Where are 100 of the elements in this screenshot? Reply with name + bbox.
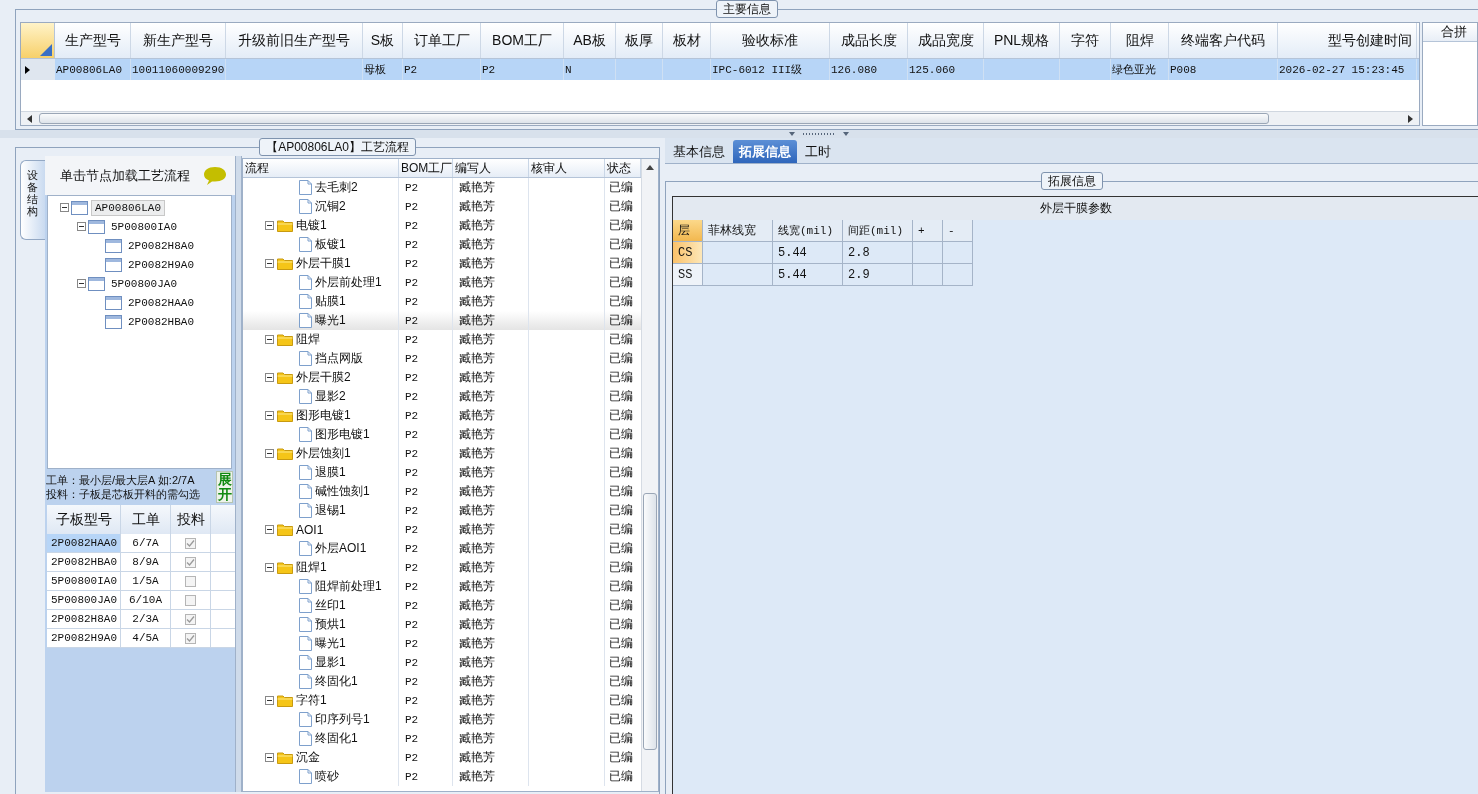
collapse-icon[interactable] (265, 373, 274, 382)
tree-node[interactable]: 丝印1 (315, 597, 346, 614)
collapse-icon[interactable] (265, 696, 274, 705)
scroll-left-icon[interactable] (25, 113, 35, 124)
tree-node[interactable]: 阻焊1 (296, 559, 327, 576)
scroll-up-icon[interactable] (645, 163, 655, 171)
checkbox[interactable] (185, 556, 196, 568)
column-header[interactable]: 合拼 (1423, 23, 1477, 42)
tree-node[interactable]: 预烘1 (315, 616, 346, 633)
tree-node[interactable]: 5P00800JA0 (108, 276, 180, 291)
splitter-handle[interactable] (789, 130, 849, 138)
tree-node[interactable]: 终固化1 (315, 673, 358, 690)
tab[interactable]: 工时 (799, 140, 837, 163)
column-header[interactable]: 升级前旧生产型号 (226, 23, 363, 58)
column-header[interactable]: 菲林线宽 (703, 220, 773, 242)
column-header[interactable]: 板厚 (616, 23, 663, 58)
tree-node[interactable]: 显影2 (315, 388, 346, 405)
collapse-icon[interactable] (77, 279, 86, 288)
horizontal-scrollbar[interactable] (21, 111, 1419, 125)
tree-node[interactable]: 2P0082HAA0 (125, 295, 197, 310)
column-header[interactable]: 板材 (663, 23, 711, 58)
checkbox[interactable] (185, 594, 196, 606)
tree-node[interactable]: 挡点网版 (315, 350, 363, 367)
tree-node[interactable]: AOI1 (296, 522, 324, 537)
tree-node[interactable]: 外层AOI1 (315, 540, 367, 557)
tree-node[interactable]: 贴膜1 (315, 293, 346, 310)
column-header[interactable]: 编写人 (453, 159, 529, 177)
checkbox[interactable] (185, 575, 196, 587)
tree-node[interactable]: 板镀1 (315, 236, 346, 253)
tree-node[interactable]: 外层干膜2 (296, 369, 351, 386)
collapse-icon[interactable] (265, 563, 274, 572)
table-cell[interactable]: 5P00800IA0 (47, 572, 121, 591)
column-header[interactable]: + (913, 220, 943, 242)
collapse-icon[interactable] (265, 753, 274, 762)
tree-node[interactable]: 外层干膜1 (296, 255, 351, 272)
tree-node[interactable]: 喷砂 (315, 768, 339, 785)
table-cell[interactable]: 2P0082HBA0 (47, 553, 121, 572)
column-header[interactable]: 成品宽度 (908, 23, 984, 58)
column-header[interactable]: 订单工厂 (403, 23, 481, 58)
select-all-corner[interactable] (21, 23, 55, 58)
column-header[interactable]: 验收标准 (711, 23, 830, 58)
table-row[interactable]: AP00806LA0 10011060009290 母板 P2 P2 N IPC-6012 III级 126.080 125.060 绿色亚光 P008 2026-02-27 15:23:45 (21, 59, 1419, 80)
tree-node[interactable]: 印序列号1 (315, 711, 370, 728)
tree-node[interactable]: AP00806LA0 (91, 199, 165, 216)
side-tab[interactable]: 设备结构 (20, 160, 45, 240)
tree-node[interactable]: 显影1 (315, 654, 346, 671)
column-header[interactable]: 字符 (1060, 23, 1111, 58)
column-header[interactable]: BOM工厂 (399, 159, 453, 177)
column-header[interactable]: 流程 (243, 159, 399, 177)
tree-node[interactable]: 外层蚀刻1 (296, 445, 351, 462)
tree-node[interactable]: 电镀1 (296, 217, 327, 234)
collapse-icon[interactable] (265, 221, 274, 230)
table-cell[interactable]: CS (673, 242, 703, 264)
column-header[interactable]: 投料 (171, 505, 211, 534)
checkbox[interactable] (185, 632, 196, 644)
tree-node[interactable]: 2P0082H8A0 (125, 238, 197, 253)
checkbox[interactable] (185, 613, 196, 625)
table-cell[interactable]: 2P0082H8A0 (47, 610, 121, 629)
tree-node[interactable]: 碱性蚀刻1 (315, 483, 370, 500)
column-header[interactable]: 线宽(mil) (773, 220, 843, 242)
table-cell[interactable]: SS (673, 264, 703, 286)
collapse-icon[interactable] (77, 222, 86, 231)
column-header[interactable]: BOM工厂 (481, 23, 564, 58)
tree-node[interactable]: 图形电镀1 (296, 407, 351, 424)
column-header[interactable]: 阻焊 (1111, 23, 1169, 58)
column-header[interactable]: 工单 (121, 505, 171, 534)
collapse-icon[interactable] (60, 203, 69, 212)
tree-node[interactable]: 沉金 (296, 749, 320, 766)
collapse-icon[interactable] (265, 335, 274, 344)
column-header[interactable]: 成品长度 (830, 23, 908, 58)
scroll-right-icon[interactable] (1405, 113, 1415, 124)
tree-node[interactable]: 阻焊 (296, 331, 320, 348)
column-header[interactable]: 型号创建时间 (1278, 23, 1417, 58)
checkbox[interactable] (185, 537, 196, 549)
tree-node[interactable]: 去毛刺2 (315, 179, 358, 196)
tree-node[interactable]: 图形电镀1 (315, 426, 370, 443)
tree-node[interactable]: 终固化1 (315, 730, 358, 747)
column-header[interactable]: - (943, 220, 973, 242)
collapse-icon[interactable] (265, 259, 274, 268)
tree-node[interactable]: 字符1 (296, 692, 327, 709)
tree-node[interactable]: 退锡1 (315, 502, 346, 519)
column-header[interactable]: S板 (363, 23, 403, 58)
column-header[interactable]: PNL规格 (984, 23, 1060, 58)
selected-row[interactable]: 曝光1 P2 臧艳芳 已编 (243, 311, 641, 330)
column-header[interactable]: 层 (673, 220, 703, 242)
column-header[interactable]: 核审人 (529, 159, 605, 177)
column-header[interactable]: AB板 (564, 23, 616, 58)
tab[interactable]: 基本信息 (667, 140, 731, 163)
tab[interactable]: 拓展信息 (733, 140, 797, 163)
column-header[interactable]: 新生产型号 (131, 23, 226, 58)
tree-node[interactable]: 沉铜2 (315, 198, 346, 215)
table-cell[interactable]: 5P00800JA0 (47, 591, 121, 610)
tree-node[interactable]: 曝光1 (315, 635, 346, 652)
collapse-icon[interactable] (265, 449, 274, 458)
tree-node[interactable]: 阻焊前处理1 (315, 578, 382, 595)
collapse-icon[interactable] (265, 411, 274, 420)
column-header[interactable]: 间距(mil) (843, 220, 913, 242)
expand-button[interactable]: 展开 (216, 471, 233, 503)
table-cell[interactable]: 2P0082H9A0 (47, 629, 121, 648)
vertical-scrollbar[interactable] (641, 159, 658, 791)
